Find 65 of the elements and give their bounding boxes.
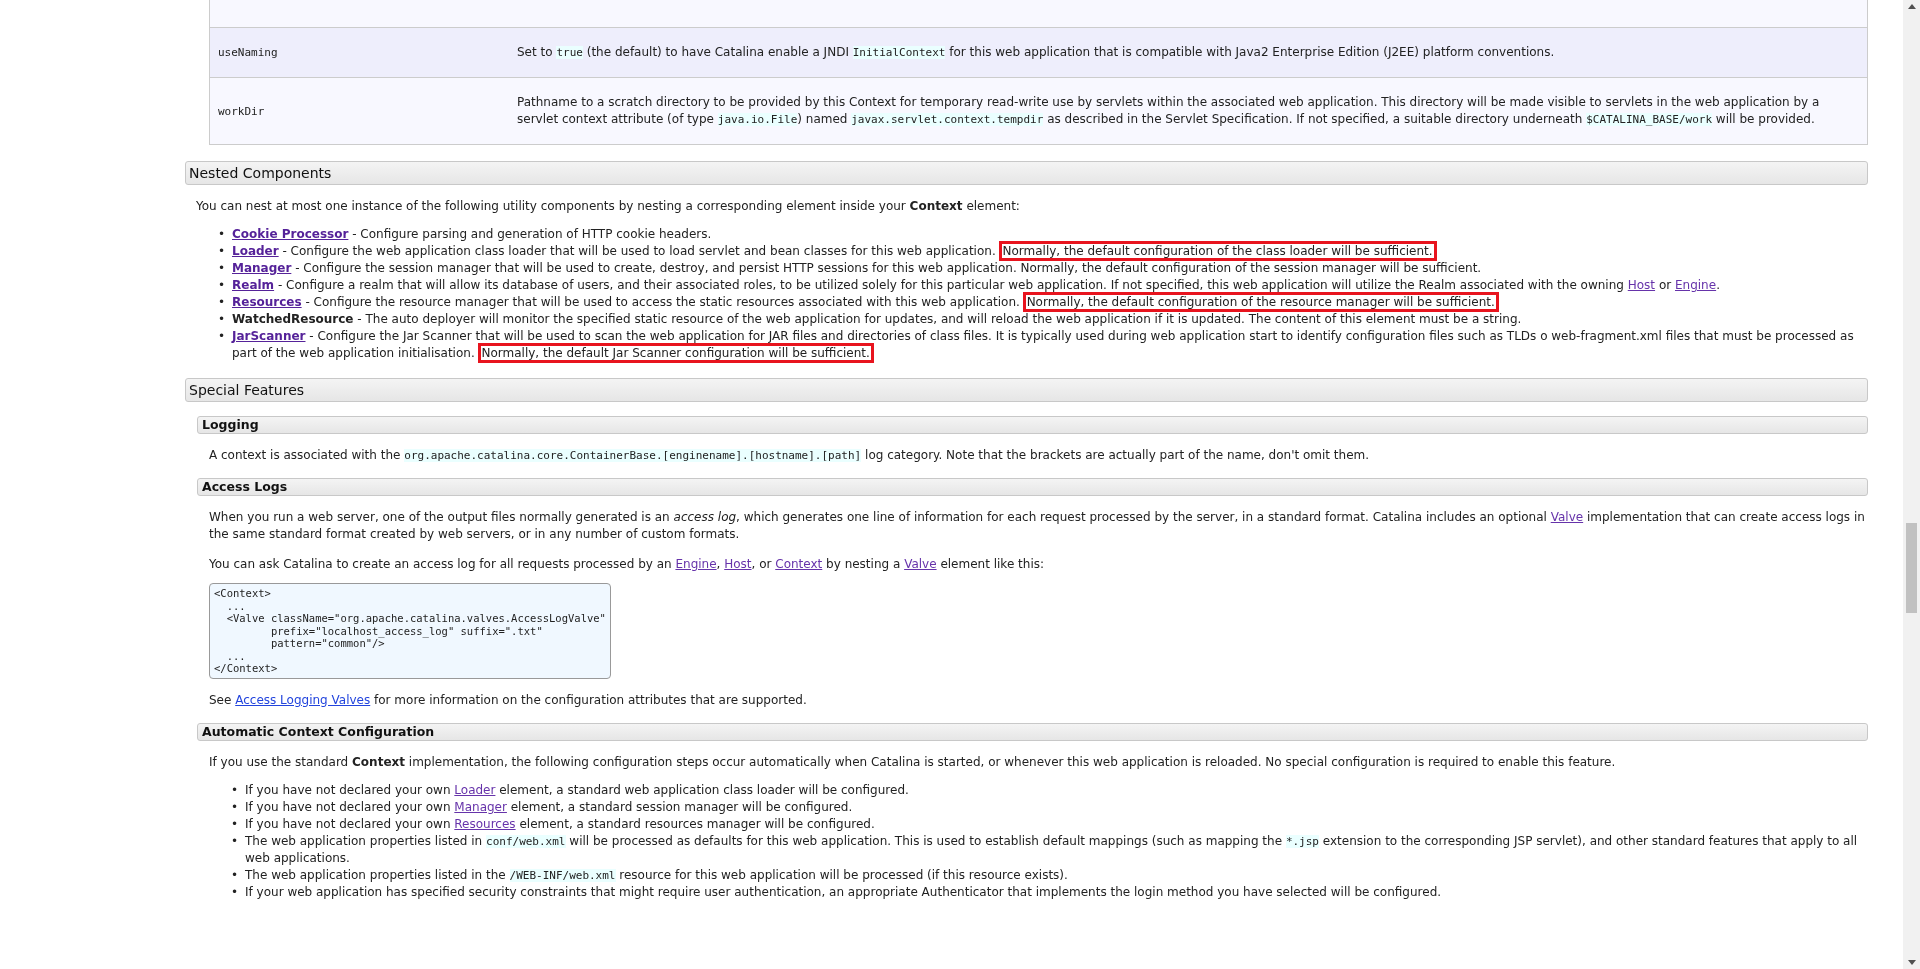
list-item: Loader - Configure the web application class loader that will be used to load servlet and bean classes for this web application. Normally, the default configuration of the class loader will be sufficient. [232, 243, 1434, 260]
list-item: If you have not declared your own Manager element, a standard session manager will be configured. [245, 798, 853, 816]
list-item: Manager - Configure the session manager that will be used to create, destroy, and persist HTTP sessions for this web application. Normally, the default configuration of the session manager will be sufficient. [232, 260, 1482, 277]
list-item: If you have not declared your own Loader element, a standard web application class loader will be configured. [245, 781, 909, 799]
link[interactable]: Resources [232, 295, 302, 309]
list-bullet: • [231, 866, 237, 884]
list-bullet: • [231, 798, 237, 816]
link[interactable]: Loader [232, 244, 279, 258]
list-item: JarScanner - Configure the Jar Scanner that will be used to scan the web application for JAR files and directories of class files. It is typically used during web application start to identify configuration files such as TLDs o web-fragment.xml files that must be processed as part of the web application initialisation. Normally, the default Jar Scanner configuration will be sufficient. [232, 328, 1868, 362]
scroll-up-icon[interactable] [1907, 4, 1916, 9]
highlighted-sentence: Normally, the default configuration of the resource manager will be sufficient. [1025, 295, 1496, 309]
link[interactable]: Access Logging Valves [235, 692, 371, 707]
list-item: The web application properties listed in conf/web.xml will be processed as defaults for this web application. This is used to establish default mappings (such as mapping the *.jsp extension to the corresponding JSP servlet), and other standard features that apply to all web applications. [245, 832, 1859, 867]
link[interactable]: Engine [675, 557, 717, 571]
list-item: Resources - Configure the resource manager that will be used to access the static resources associated with this web application. Normally, the default configuration of the resource manager will be sufficient. [232, 294, 1496, 311]
list-item: If your web application has specified security constraints that might require user authentication, an appropriate Authenticator that implements the login method you have selected will be configured. [245, 883, 1442, 901]
link[interactable]: JarScanner [232, 329, 306, 343]
link[interactable]: Manager [454, 799, 507, 814]
list-bullet: • [218, 311, 224, 328]
section-heading: Access Logs [197, 478, 1868, 496]
section-heading: Automatic Context Configuration [197, 722, 1868, 741]
link[interactable]: Valve [1550, 510, 1584, 524]
link[interactable]: Cookie Processor [232, 227, 349, 241]
list-bullet: • [218, 277, 224, 294]
list-item: If you have not declared your own Resources element, a standard resources manager will be configured. [245, 815, 875, 833]
link[interactable]: Engine [1675, 278, 1717, 292]
paragraph: A context is associated with the org.apache.catalina.core.ContainerBase.[enginename].[hostname].[path] log category. Note that the brackets are actually part of the name, don't omit them. [209, 447, 1371, 464]
paragraph: When you run a web server, one of the output files normally generated is an access log, which generates one line of information for each request processed by the server, in a standard format. Catalina includes an optional Valve implementation that can create access logs in the same standard format created by web servers, or in any number of custom formats. [209, 509, 1866, 543]
link[interactable]: Host [1627, 278, 1656, 292]
list-bullet: • [231, 883, 237, 901]
table-cell-text: workDir [217, 103, 266, 120]
table-cell-text: useNaming [217, 45, 279, 61]
code-block: <Context> ... <Valve className="org.apache.catalina.valves.AccessLogValve" prefix="localhost_access_log" suffix=".txt" pattern="common"/> ... </Context> [209, 583, 611, 679]
list-bullet: • [218, 226, 224, 243]
section-heading: Logging [197, 416, 1868, 434]
list-bullet: • [218, 328, 224, 345]
scroll-down-icon[interactable] [1907, 960, 1916, 965]
list-bullet: • [218, 243, 224, 260]
link[interactable]: Loader [454, 782, 496, 797]
list-item: Realm - Configure a realm that will allow its database of users, and their associated roles, to be utilized solely for this particular web application. If not specified, this web application will utilize the Realm associated with the owning Host or Engine. [232, 277, 1720, 294]
link[interactable]: Realm [232, 278, 275, 292]
list-bullet: • [218, 260, 224, 277]
list-bullet: • [231, 832, 237, 850]
list-item: WatchedResource - The auto deployer will monitor the specified static resource of the web application for updates, and will reload the web application if it is updated. The content of this element must be a string. [232, 311, 1522, 328]
table-cell-text: Pathname to a scratch directory to be provided by this Context for temporary read-write use by servlets within the associated web application. This directory will be made visible to servlets in the web application by a servlet context attribute (of type java.io.File) named javax.servlet.context.tempdir as described in the Servlet Specification. If not specified, a suitable directory underneath $CATALINA_BASE/work will be provided. [516, 94, 1821, 128]
scrollbar-thumb[interactable] [1906, 523, 1917, 613]
paragraph: See Access Logging Valves for more information on the configuration attributes that are supported. [209, 691, 808, 709]
link[interactable]: Host [724, 557, 752, 571]
list-bullet: • [231, 781, 237, 799]
link[interactable]: Manager [232, 261, 292, 275]
section-heading: Special Features [185, 378, 1868, 402]
link[interactable]: Context [775, 557, 823, 571]
highlighted-sentence: Normally, the default configuration of the class loader will be sufficient. [1001, 244, 1434, 258]
link[interactable]: Valve [904, 557, 937, 571]
paragraph: If you use the standard Context implementation, the following configuration steps occur automatically when Catalina is started, or whenever this web application is reloaded. No special configuration is required to enable this feature. [209, 753, 1617, 771]
section-heading: Nested Components [185, 161, 1868, 185]
list-item: Cookie Processor - Configure parsing and generation of HTTP cookie headers. [232, 226, 712, 243]
list-item: The web application properties listed in the /WEB-INF/web.xml resource for this web application will be processed (if this resource exists). [245, 866, 1068, 884]
highlighted-sentence: Normally, the default Jar Scanner configuration will be sufficient. [480, 346, 871, 360]
paragraph: You can ask Catalina to create an access log for all requests processed by an Engine, Host, or Context by nesting a Valve element like this: [209, 556, 1045, 573]
paragraph: You can nest at most one instance of the following utility components by nesting a corresponding element inside your Context element: [196, 198, 1021, 215]
list-bullet: • [231, 815, 237, 833]
table-cell-text: Set to true (the default) to have Catalina enable a JNDI InitialContext for this web application that is compatible with Java2 Enterprise Edition (J2EE) platform conventions. [516, 44, 1556, 61]
list-bullet: • [218, 294, 224, 311]
link[interactable]: Resources [454, 816, 516, 831]
